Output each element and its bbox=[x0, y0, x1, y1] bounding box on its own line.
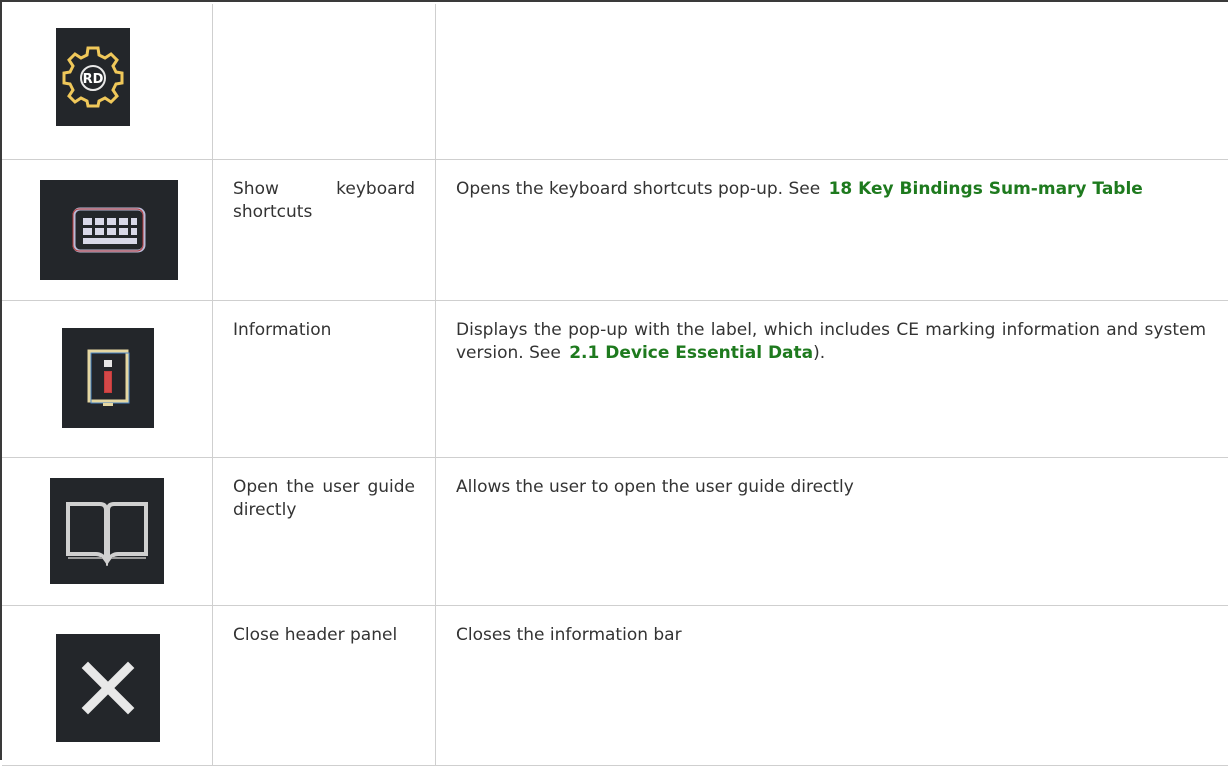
icon-cell bbox=[2, 604, 213, 766]
book-icon bbox=[50, 477, 164, 584]
description-cell bbox=[435, 4, 1228, 160]
function-name: Show keyboard shortcuts bbox=[233, 178, 415, 222]
description-cell: Closes the information bar bbox=[435, 604, 1228, 766]
function-name bbox=[213, 4, 435, 22]
function-description: Closes the information bar bbox=[456, 624, 682, 645]
information-icon bbox=[62, 327, 154, 428]
icon-cell bbox=[2, 456, 213, 606]
name-cell: Close header panel bbox=[212, 604, 436, 766]
description-cell: Opens the keyboard shortcuts pop-up. See… bbox=[435, 158, 1228, 301]
description-text: ). bbox=[813, 342, 826, 363]
function-description: Allows the user to open the user guide d… bbox=[456, 476, 854, 497]
description-cell: Displays the pop-up with the label, whic… bbox=[435, 299, 1228, 458]
name-cell bbox=[212, 4, 436, 160]
table-row: Close header panel Closes the informatio… bbox=[2, 604, 1228, 766]
description-cell: Allows the user to open the user guide d… bbox=[435, 456, 1228, 606]
function-name: Close header panel bbox=[233, 624, 398, 645]
gear-label: RD bbox=[83, 72, 104, 87]
function-description: Displays the pop-up with the label, whic… bbox=[436, 301, 1228, 365]
description-text: Opens the keyboard shortcuts pop-up. See bbox=[456, 178, 821, 199]
icon-cell: RD bbox=[2, 4, 213, 160]
name-cell: Show keyboard shortcuts bbox=[212, 158, 436, 301]
settings-gear-rd-icon: RD bbox=[56, 28, 130, 126]
name-cell: Information bbox=[212, 299, 436, 458]
device-essential-data-link[interactable]: 2.1 Device Essential Data bbox=[569, 343, 813, 363]
name-cell: Open the user guide directly bbox=[212, 456, 436, 606]
function-name: Open the user guide directly bbox=[233, 476, 415, 520]
toolbar-icons-table: RD Show keyboard shortcuts Opens the key… bbox=[2, 4, 1228, 766]
function-description bbox=[436, 4, 1228, 22]
table-row: Information Displays the pop-up with the… bbox=[2, 299, 1228, 458]
table-row: RD bbox=[2, 4, 1228, 160]
key-bindings-link[interactable]: 18 Key Bindings Sum-mary Table bbox=[829, 179, 1143, 199]
function-name: Information bbox=[233, 319, 332, 340]
function-description: Opens the keyboard shortcuts pop-up. See… bbox=[436, 160, 1228, 201]
icon-cell bbox=[2, 158, 213, 301]
table-row: Open the user guide directly Allows the … bbox=[2, 456, 1228, 606]
table-row: Show keyboard shortcuts Opens the keyboa… bbox=[2, 158, 1228, 301]
icon-cell bbox=[2, 299, 213, 458]
keyboard-icon bbox=[40, 179, 178, 280]
close-icon bbox=[56, 633, 160, 742]
